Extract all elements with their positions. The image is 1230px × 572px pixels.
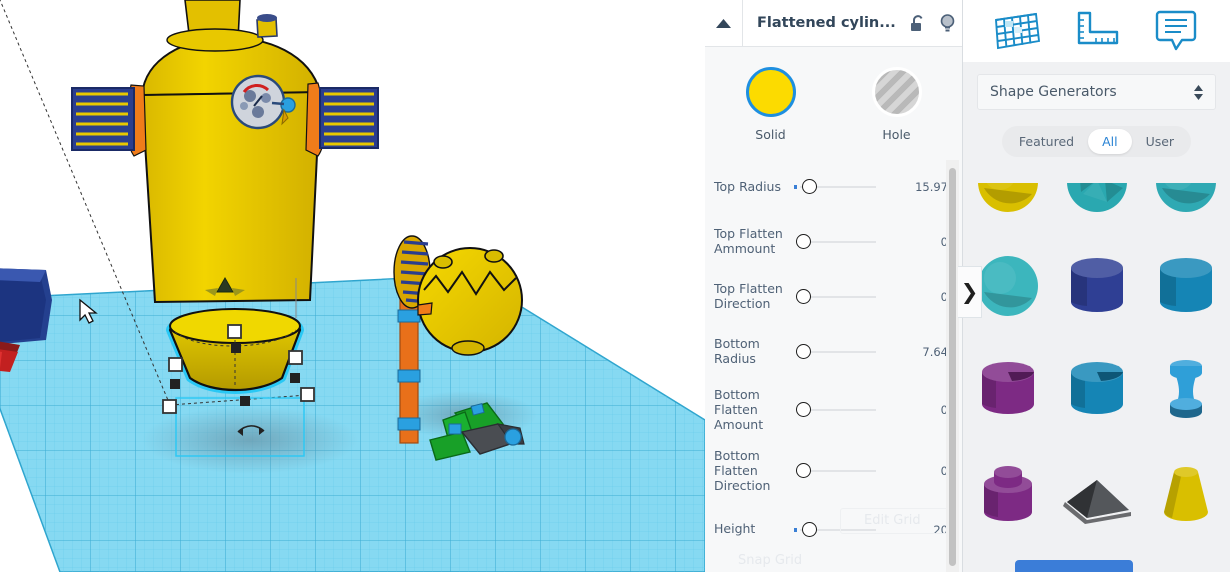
mode-solid[interactable]: Solid: [736, 67, 806, 142]
parameter-slider[interactable]: [794, 463, 876, 479]
right-thruster: [319, 87, 379, 149]
parameter-slider[interactable]: [794, 402, 876, 418]
notes-icon[interactable]: [1148, 6, 1204, 56]
triangle-up-icon[interactable]: [705, 0, 743, 47]
lightbulb-icon[interactable]: [932, 13, 962, 34]
slider-knob[interactable]: [802, 521, 818, 537]
parameter-row: Bottom Radius 7.64: [705, 333, 962, 371]
shape-thumbnail-cylinder-navy[interactable]: [1052, 229, 1141, 333]
parameter-row: Top Radius 15.97: [705, 168, 962, 206]
parameter-row: Bottom Flatten Amount 0: [705, 387, 962, 432]
shape-generator-select[interactable]: Shape Generators: [977, 74, 1216, 110]
parameter-row: Height 20: [705, 511, 962, 549]
slider-knob[interactable]: [796, 402, 811, 418]
shape-thumbnail-cylinder-blue[interactable]: [1141, 229, 1230, 333]
tab-featured[interactable]: Featured: [1005, 129, 1088, 154]
slider-tick: [794, 527, 797, 532]
slider-track[interactable]: [800, 409, 876, 412]
shape-generator-label: Shape Generators: [990, 84, 1117, 100]
parameter-label: Top Radius: [714, 178, 781, 194]
shape-thumbnail-sphere-teal-dimpled[interactable]: [1141, 183, 1230, 229]
parameter-value: 0: [940, 403, 948, 418]
slider-track[interactable]: [800, 241, 876, 243]
shape-thumbnail-spindle-blue[interactable]: [1141, 333, 1230, 437]
shape-thumbnail-sphere-yellow[interactable]: [963, 183, 1052, 229]
shape-row: [963, 333, 1230, 437]
slider-knob[interactable]: [802, 179, 818, 194]
right-sidebar: Shape Generators Featured All User: [963, 0, 1230, 572]
shape-row: [963, 437, 1230, 541]
shape-inspector-panel: Flattened cylin... Solid Hole Top Radius…: [705, 0, 963, 572]
shape-gallery[interactable]: [963, 183, 1230, 546]
parameter-label: Bottom Flatten Direction: [714, 448, 771, 493]
slider-track[interactable]: [800, 351, 876, 353]
parameter-value: 7.64: [922, 345, 948, 359]
slider-knob[interactable]: [796, 234, 811, 249]
parameter-row: Top Flatten Direction 0: [705, 278, 962, 316]
parameter-value: 20: [933, 522, 948, 537]
tinkercad-app: Flattened cylin... Solid Hole Top Radius…: [0, 0, 1230, 572]
sidebar-scrollbar-track[interactable]: [1222, 183, 1230, 572]
solid-hole-mode-row: Solid Hole: [705, 47, 962, 150]
parameter-value: 0: [940, 290, 948, 304]
parameter-slider[interactable]: [794, 344, 876, 360]
chevron-right-icon[interactable]: ❯: [958, 266, 982, 318]
parameter-slider[interactable]: [794, 289, 876, 305]
parameter-row: Edges100: [705, 566, 962, 572]
parameter-label: Height: [714, 521, 756, 537]
inspector-title: Flattened cylin...: [757, 15, 896, 31]
parameter-row: Bottom Flatten Direction 0: [705, 448, 962, 493]
shape-row: [963, 183, 1230, 229]
parameter-slider[interactable]: [794, 521, 876, 538]
shape-thumbnail-stepped-cylinder-purple[interactable]: [963, 437, 1052, 541]
slider-track[interactable]: [800, 470, 876, 473]
left-thruster: [71, 87, 135, 151]
solid-swatch[interactable]: [745, 67, 796, 117]
workplane-icon[interactable]: [989, 6, 1045, 56]
parameter-value: 0: [940, 464, 948, 479]
parameter-value: 0: [940, 235, 948, 249]
sidebar-tool-row: [963, 0, 1230, 62]
shape-row: [963, 229, 1230, 333]
shape-thumbnail-pie-cylinder-purple[interactable]: [963, 333, 1052, 437]
ruler-icon[interactable]: [1068, 6, 1124, 56]
shape-thumbnail-polysphere-teal[interactable]: [1052, 183, 1141, 229]
shape-thumbnail-cone-yellow[interactable]: [1141, 437, 1230, 541]
shadow: [142, 406, 358, 474]
slider-knob[interactable]: [796, 463, 811, 479]
inspector-header: Flattened cylin...: [705, 0, 962, 47]
shape-filter-tabs: Featured All User: [963, 126, 1230, 157]
import-button[interactable]: [1015, 560, 1133, 572]
slider-track[interactable]: [800, 296, 876, 298]
slider-knob[interactable]: [796, 289, 811, 304]
tab-user[interactable]: User: [1132, 129, 1189, 154]
mode-hole-label: Hole: [882, 127, 911, 142]
parameter-value: 15.97: [915, 180, 948, 194]
unlock-icon[interactable]: [902, 14, 932, 33]
3d-design-viewport[interactable]: [0, 0, 705, 572]
parameter-label: Bottom Radius: [714, 336, 760, 366]
parameter-slider[interactable]: [794, 234, 876, 250]
tab-all[interactable]: All: [1088, 129, 1132, 154]
slider-tick: [794, 185, 797, 189]
mode-solid-label: Solid: [755, 127, 786, 142]
parameter-label: Top Flatten Ammount: [714, 226, 783, 256]
shape-thumbnail-pyramid-gray[interactable]: [1052, 437, 1141, 541]
parameter-row: Top Flatten Ammount 0: [705, 223, 962, 261]
mode-hole[interactable]: Hole: [862, 67, 932, 142]
inspector-scrollbar-thumb[interactable]: [949, 168, 956, 566]
slider-knob[interactable]: [796, 344, 811, 359]
hole-swatch[interactable]: [871, 67, 922, 117]
updown-chevron-icon[interactable]: [1194, 84, 1203, 100]
parameter-label: Bottom Flatten Amount: [714, 387, 764, 432]
parameter-list: Top Radius 15.97 Top Flatten Ammount 0 Top F…: [705, 150, 962, 572]
parameter-slider[interactable]: [794, 179, 876, 195]
parameter-label: Top Flatten Direction: [714, 281, 783, 311]
shape-thumbnail-pie-cylinder-blue[interactable]: [1052, 333, 1141, 437]
